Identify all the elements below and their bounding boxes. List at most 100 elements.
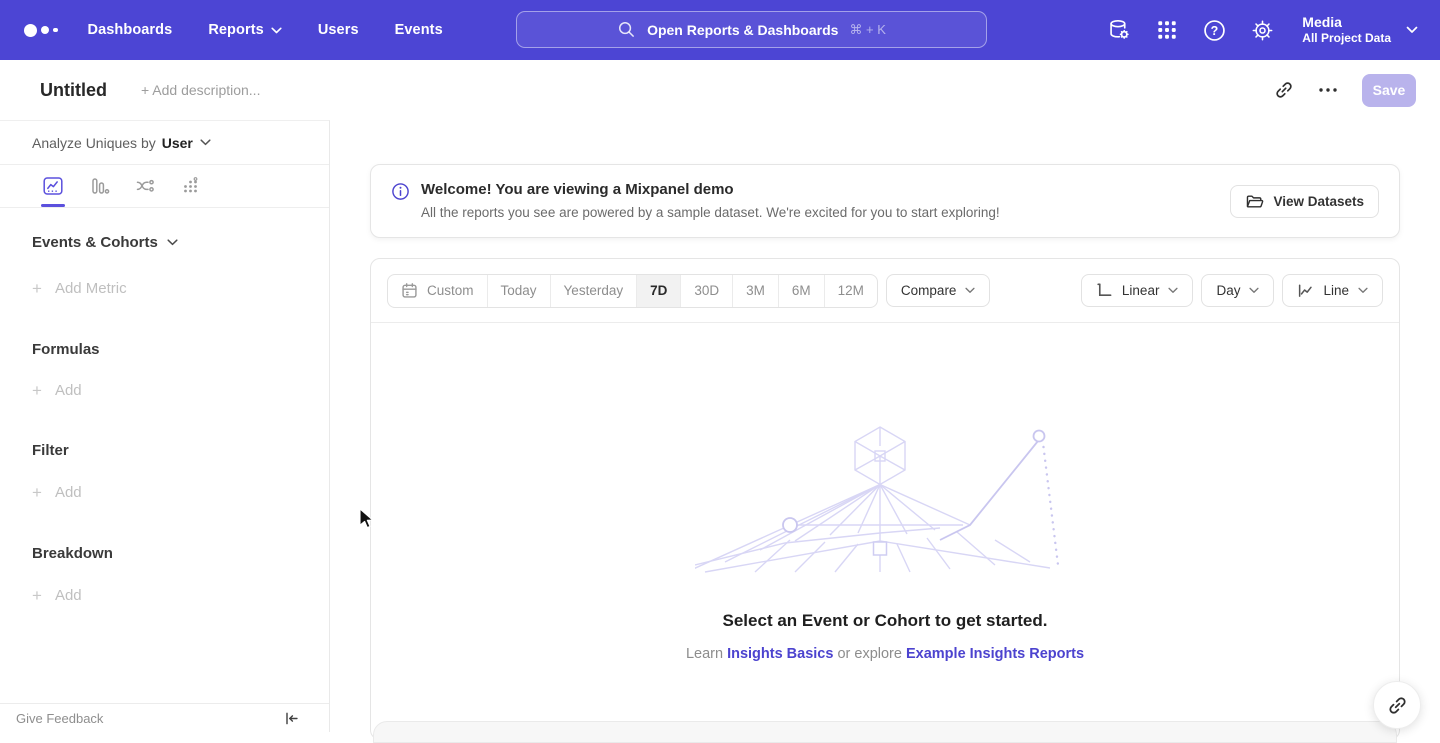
report-header: Untitled + Add description... Save [0,60,1440,120]
range-today-label: Today [501,283,537,298]
interval-selector[interactable]: Day [1201,274,1274,307]
report-description-placeholder[interactable]: + Add description... [141,82,260,98]
range-custom[interactable]: Custom [388,275,487,307]
range-30d[interactable]: 30D [680,275,732,307]
project-switcher[interactable]: Media All Project Data [1302,14,1418,46]
add-formula-label: Add [55,382,82,399]
main-content: Welcome! You are viewing a Mixpanel demo… [330,120,1440,732]
add-formula-button[interactable]: + Add [32,382,313,399]
copy-link-button[interactable] [1268,74,1300,106]
give-feedback-link[interactable]: Give Feedback [16,711,103,726]
collapse-sidebar-button[interactable] [284,711,299,726]
report-header-actions: Save [1268,74,1416,107]
nav-users-label: Users [318,22,359,38]
range-12m-label: 12M [838,283,864,298]
axis-icon [1096,282,1113,299]
plus-icon: + [32,587,42,604]
help-icon[interactable]: ? [1202,18,1227,43]
chevron-down-icon [1358,287,1368,294]
project-name: Media [1302,14,1391,31]
range-yesterday[interactable]: Yesterday [550,275,637,307]
save-button[interactable]: Save [1362,74,1416,107]
empty-state-title: Select an Event or Cohort to get started… [371,611,1399,631]
add-metric-button[interactable]: + Add Metric [32,280,313,297]
mixpanel-logo-icon[interactable] [24,24,58,37]
date-range-selector: Custom Today Yesterday 7D 30D 3M 6M 12M [387,274,878,308]
add-breakdown-label: Add [55,587,82,604]
add-breakdown-button[interactable]: + Add [32,587,313,604]
analyze-row: Analyze Uniques by User [0,121,329,165]
analyze-prefix-label: Analyze Uniques by [32,135,156,151]
viz-tab-line-chart[interactable] [30,165,76,207]
nav-dashboards-label: Dashboards [88,22,173,38]
nav-dashboards[interactable]: Dashboards [88,22,173,38]
project-environment: All Project Data [1302,31,1391,46]
chevron-down-icon [167,239,178,246]
range-6m[interactable]: 6M [778,275,824,307]
nav-users[interactable]: Users [318,22,359,38]
view-datasets-button[interactable]: View Datasets [1230,185,1379,218]
query-builder-sidebar: Analyze Uniques by User [0,120,330,732]
project-info: Media All Project Data [1302,14,1391,46]
dot-grid-icon [180,175,202,197]
range-3m[interactable]: 3M [732,275,778,307]
chart-controls: Custom Today Yesterday 7D 30D 3M 6M 12M … [371,259,1399,323]
share-link-fab[interactable] [1373,681,1421,729]
flows-icon [134,175,156,197]
chevron-down-icon [1406,26,1418,34]
range-yesterday-label: Yesterday [564,283,624,298]
banner-text: Welcome! You are viewing a Mixpanel demo… [421,180,1000,222]
more-options-button[interactable] [1312,74,1344,106]
top-nav-right: ? Media All Project Data [1106,14,1440,46]
svg-text:?: ? [1211,24,1219,38]
report-title[interactable]: Untitled [40,80,107,101]
chevron-down-icon [200,139,211,146]
ellipsis-icon [1319,88,1337,92]
formulas-section-header: Formulas [32,341,313,358]
learn-prefix: Learn [686,646,723,662]
viz-tab-bar-chart[interactable] [76,165,122,207]
scale-selector[interactable]: Linear [1081,274,1194,307]
compare-button[interactable]: Compare [886,274,991,307]
banner-title: Welcome! You are viewing a Mixpanel demo [421,180,1000,200]
settings-gear-icon[interactable] [1250,18,1275,43]
global-search[interactable]: Open Reports & Dashboards ⌘ + K [516,11,987,48]
viz-tab-retention-grid[interactable] [168,165,214,207]
range-30d-label: 30D [694,283,719,298]
bar-chart-icon [88,175,110,197]
empty-state-illustration [695,422,1075,574]
chart-type-selector[interactable]: Line [1282,274,1383,307]
events-cohorts-section-header[interactable]: Events & Cohorts [32,234,313,251]
range-12m[interactable]: 12M [824,275,877,307]
filter-label: Filter [32,442,69,459]
example-insights-reports-link[interactable]: Example Insights Reports [906,646,1084,662]
query-sections: Events & Cohorts + Add Metric Formulas +… [0,234,329,604]
explore-middle: or explore [837,646,901,662]
range-custom-label: Custom [427,283,474,298]
range-6m-label: 6M [792,283,811,298]
apps-grid-icon[interactable] [1155,18,1179,42]
insights-basics-link[interactable]: Insights Basics [727,646,833,662]
line-chart-icon [1297,282,1314,299]
top-nav: Dashboards Reports Users Events Open Rep… [0,0,1440,60]
range-7d-label: 7D [650,283,667,298]
range-3m-label: 3M [746,283,765,298]
range-7d[interactable]: 7D [636,275,680,307]
link-icon [1387,695,1408,716]
analyze-value-dropdown[interactable]: User [162,135,193,151]
view-datasets-label: View Datasets [1273,194,1364,209]
compare-label: Compare [901,283,957,298]
interval-label: Day [1216,283,1240,298]
add-filter-button[interactable]: + Add [32,484,313,501]
nav-reports[interactable]: Reports [208,22,282,38]
plus-icon: + [32,280,42,297]
viz-tab-flows[interactable] [122,165,168,207]
range-today[interactable]: Today [487,275,550,307]
nav-events[interactable]: Events [395,22,443,38]
report-card: Custom Today Yesterday 7D 30D 3M 6M 12M … [370,258,1400,740]
folder-icon [1245,192,1264,211]
data-management-icon[interactable] [1106,17,1132,43]
sidebar-footer: Give Feedback [0,703,329,732]
chevron-down-icon [271,27,282,34]
chart-type-label: Line [1323,283,1349,298]
